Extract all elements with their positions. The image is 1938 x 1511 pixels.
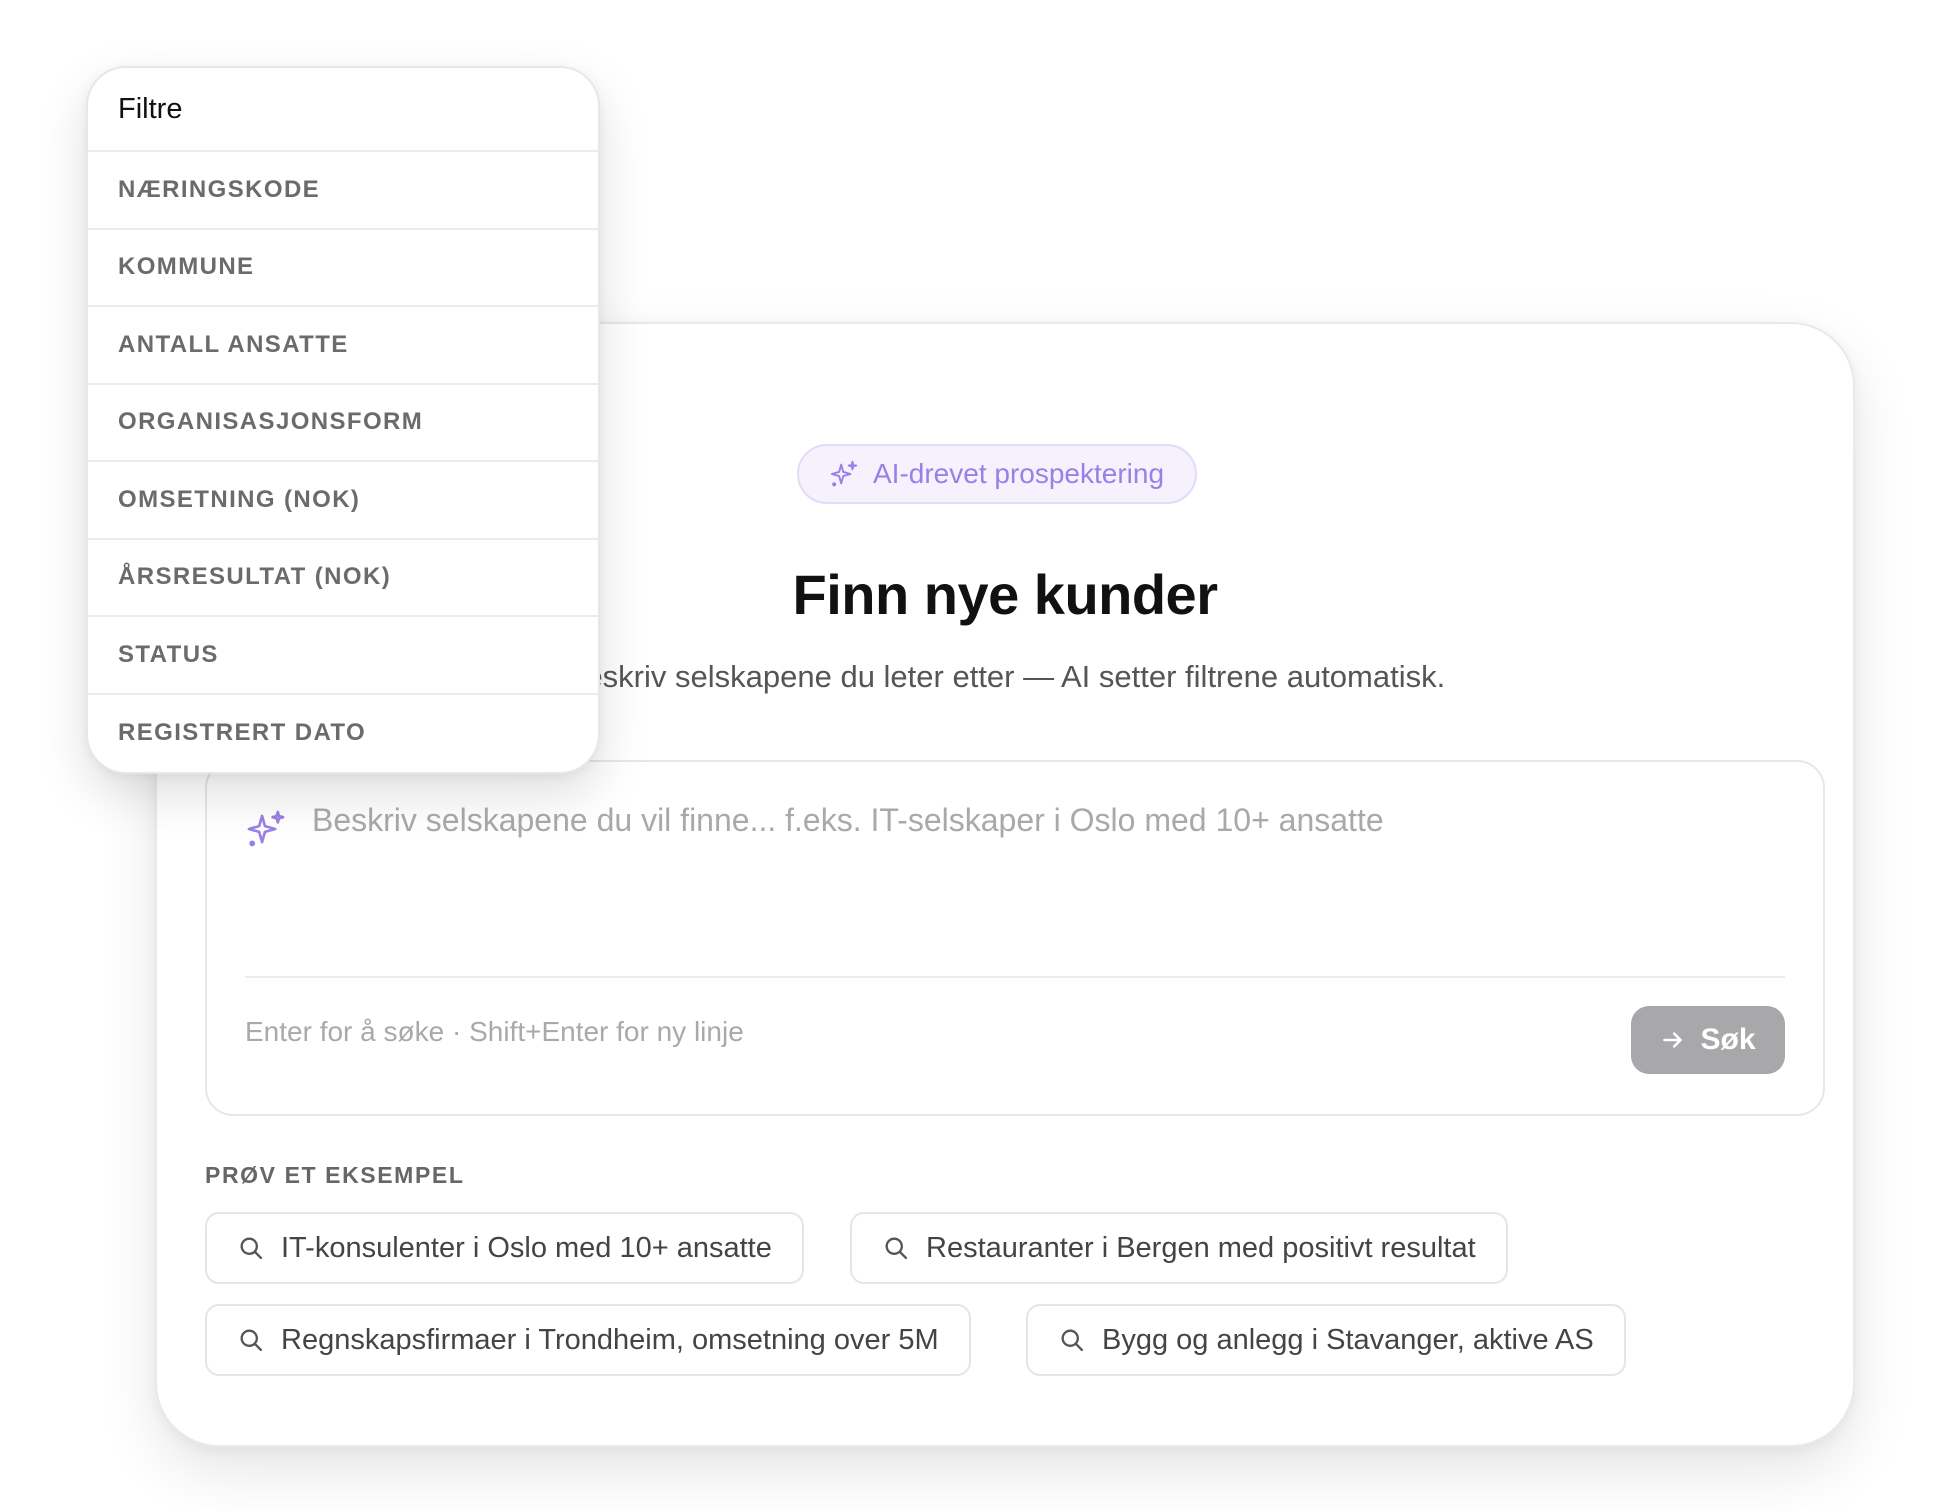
search-icon	[882, 1234, 910, 1262]
filter-item-kommune[interactable]: KOMMUNE	[88, 230, 598, 307]
example-chip-label: Regnskapsfirmaer i Trondheim, omsetning …	[281, 1323, 939, 1356]
filter-item-status[interactable]: STATUS	[88, 617, 598, 695]
filter-item-organisasjonsform[interactable]: ORGANISASJONSFORM	[88, 385, 598, 462]
example-chip[interactable]: Restauranter i Bergen med positivt resul…	[850, 1212, 1508, 1284]
examples-heading: PRØV ET EKSEMPEL	[205, 1162, 465, 1188]
search-icon	[237, 1326, 265, 1354]
keyboard-hint: Enter for å søke · Shift+Enter for ny li…	[245, 1016, 744, 1047]
sparkle-icon	[829, 459, 859, 489]
example-chip[interactable]: IT-konsulenter i Oslo med 10+ ansatte	[205, 1212, 804, 1284]
ai-badge-label: AI-drevet prospektering	[873, 458, 1165, 489]
filter-item-naeringskode[interactable]: NÆRINGSKODE	[88, 152, 598, 230]
filter-item-arsresultat[interactable]: ÅRSRESULTAT (NOK)	[88, 540, 598, 617]
search-button-label: Søk	[1700, 1023, 1756, 1056]
ai-badge: AI-drevet prospektering	[797, 444, 1198, 504]
example-chip-label: Restauranter i Bergen med positivt resul…	[926, 1231, 1476, 1264]
arrow-right-icon	[1660, 1027, 1686, 1053]
search-input[interactable]	[312, 802, 1782, 952]
example-chip-label: Bygg og anlegg i Stavanger, aktive AS	[1102, 1323, 1594, 1356]
filters-panel: Filtre NÆRINGSKODE KOMMUNE ANTALL ANSATT…	[86, 66, 600, 774]
search-button[interactable]: Søk	[1631, 1006, 1785, 1074]
example-chip[interactable]: Regnskapsfirmaer i Trondheim, omsetning …	[205, 1304, 971, 1376]
example-chip-label: IT-konsulenter i Oslo med 10+ ansatte	[281, 1231, 772, 1264]
search-box: Enter for å søke · Shift+Enter for ny li…	[205, 760, 1825, 1116]
search-icon	[237, 1234, 265, 1262]
search-icon	[1058, 1326, 1086, 1354]
sparkle-icon	[245, 808, 287, 850]
filter-item-omsetning[interactable]: OMSETNING (NOK)	[88, 462, 598, 540]
filters-title: Filtre	[88, 68, 598, 152]
search-divider	[245, 976, 1785, 978]
example-chip[interactable]: Bygg og anlegg i Stavanger, aktive AS	[1026, 1304, 1626, 1376]
filter-item-registrert-dato[interactable]: REGISTRERT DATO	[88, 695, 598, 773]
page: AI-drevet prospektering Finn nye kunder …	[0, 0, 1938, 1511]
filter-item-antall-ansatte[interactable]: ANTALL ANSATTE	[88, 307, 598, 385]
